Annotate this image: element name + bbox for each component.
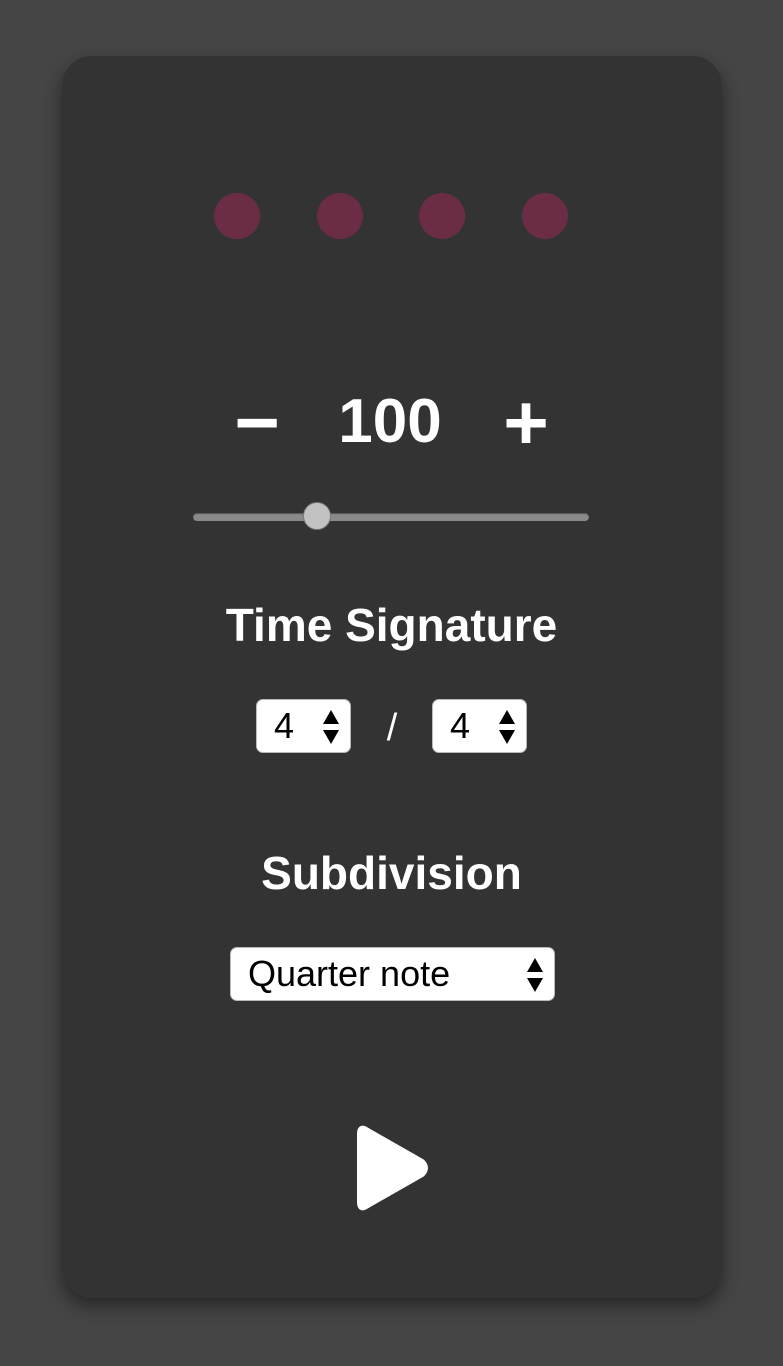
beats-per-measure-select[interactable]: 4	[256, 699, 351, 753]
beat-indicator-4	[522, 193, 568, 239]
beats-per-measure-value: 4	[274, 705, 295, 746]
subdivision-select[interactable]: Quarter note	[230, 947, 555, 1001]
time-signature-title: Time Signature	[225, 599, 558, 651]
subdivision-value: Quarter note	[248, 953, 451, 994]
tempo-slider-track	[193, 513, 589, 521]
metronome-panel	[62, 56, 722, 1298]
tempo-slider-thumb[interactable]	[303, 502, 332, 530]
time-signature-separator: /	[386, 707, 398, 749]
select-arrows-icon	[323, 710, 339, 744]
increase-tempo-button[interactable]: +	[491, 380, 561, 470]
tempo-value: 100	[338, 387, 442, 456]
select-arrows-icon	[499, 710, 515, 744]
beat-indicator-3	[419, 193, 465, 239]
beat-indicator-2	[317, 193, 363, 239]
beat-indicators	[0, 193, 783, 239]
beat-indicator-1	[214, 193, 260, 239]
play-icon[interactable]	[354, 1122, 434, 1214]
note-value-select[interactable]: 4	[432, 699, 527, 753]
note-value-value: 4	[450, 705, 471, 746]
tempo-slider[interactable]	[193, 502, 589, 532]
decrease-tempo-button[interactable]: −	[222, 380, 292, 470]
subdivision-title: Subdivision	[261, 847, 522, 899]
tempo-controls: − 100 +	[0, 380, 783, 470]
select-arrows-icon	[527, 958, 543, 992]
